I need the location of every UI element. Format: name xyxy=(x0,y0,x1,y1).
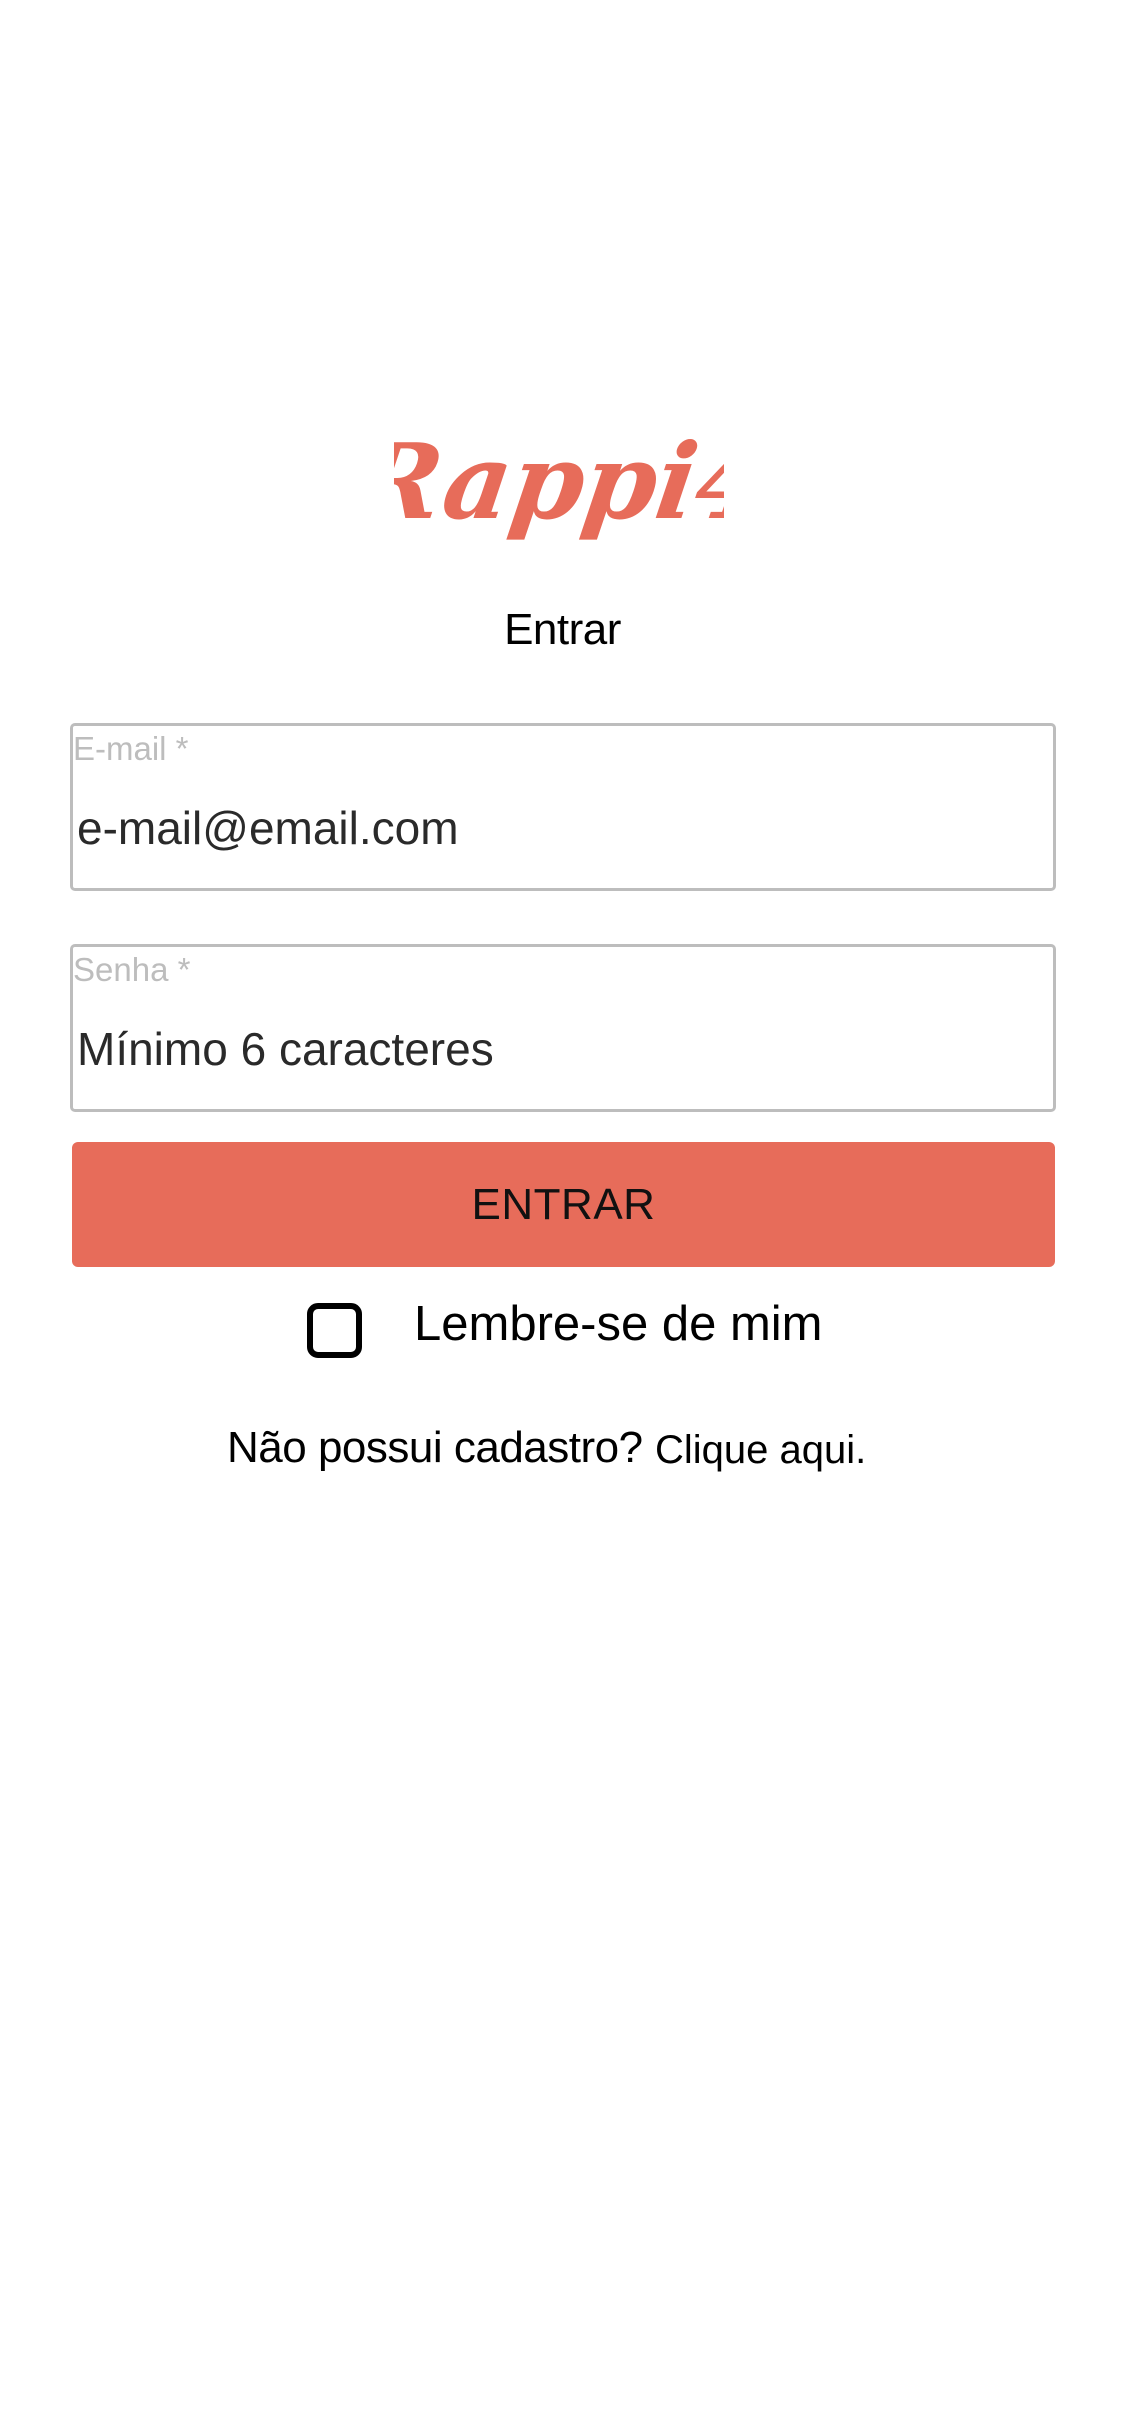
password-input[interactable] xyxy=(77,1019,1037,1079)
email-field[interactable]: E-mail * xyxy=(70,723,1056,891)
email-field-label: E-mail * xyxy=(73,730,189,767)
page-title: Entrar xyxy=(504,605,621,654)
password-field[interactable]: Senha * xyxy=(70,944,1056,1112)
brand-logo-image: Rappi4 xyxy=(394,420,724,542)
signup-link[interactable]: Clique aqui. xyxy=(655,1424,866,1476)
password-field-label: Senha * xyxy=(73,951,191,988)
remember-me-label[interactable]: Lembre-se de mim xyxy=(414,1294,822,1354)
signup-prompt: Não possui cadastro? xyxy=(227,1423,643,1472)
login-button[interactable]: ENTRAR xyxy=(72,1142,1055,1267)
brand-logo: Rappi4 xyxy=(394,420,724,545)
remember-me-checkbox[interactable] xyxy=(307,1303,362,1358)
email-input[interactable] xyxy=(77,798,1037,858)
brand-logo-text: Rappi4 xyxy=(394,420,724,542)
